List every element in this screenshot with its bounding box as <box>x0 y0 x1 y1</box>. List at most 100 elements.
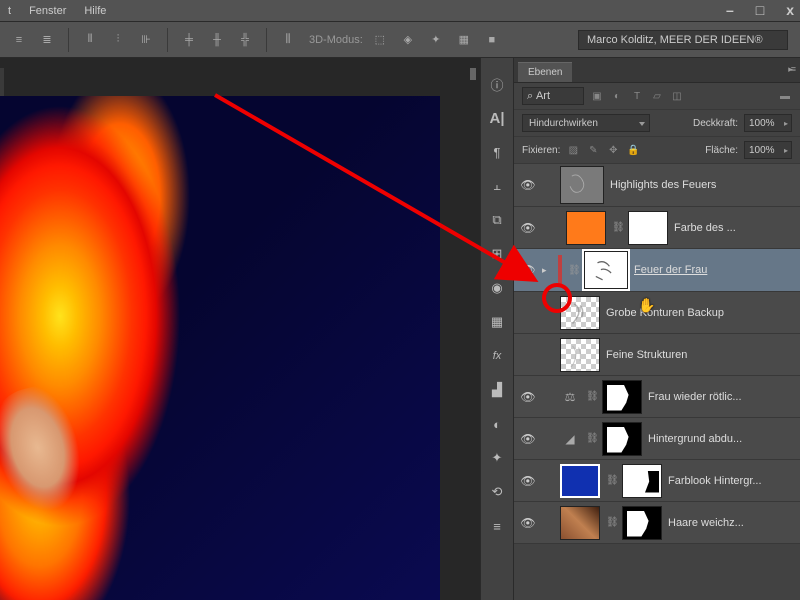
layer-thumbnail[interactable] <box>560 296 600 330</box>
minimize-button[interactable]: – <box>726 2 734 18</box>
mask-link-icon[interactable]: ⛓ <box>606 475 616 486</box>
expand-icon[interactable]: ▸ <box>542 265 552 276</box>
user-dropdown[interactable]: Marco Kolditz, MEER DER IDEEN® <box>578 30 788 50</box>
visibility-icon[interactable]: 👁 <box>520 263 536 277</box>
align-icon[interactable]: ≡ <box>8 29 30 51</box>
3d-icon[interactable]: ✦ <box>425 29 447 51</box>
align-icon[interactable]: ≣ <box>36 29 58 51</box>
layer-thumbnail[interactable] <box>560 506 600 540</box>
mask-link-icon[interactable]: ⛓ <box>568 265 578 276</box>
layer-name[interactable]: Farbe des ... <box>674 222 794 234</box>
3d-icon[interactable]: ▦ <box>453 29 475 51</box>
brush-icon[interactable]: ⫠ <box>487 176 507 196</box>
visibility-icon[interactable]: 👁 <box>520 474 536 488</box>
layer-search[interactable]: ⌕ Art <box>522 87 584 105</box>
distribute-icon[interactable]: ╬ <box>234 29 256 51</box>
layer-thumbnail[interactable] <box>560 338 600 372</box>
document-canvas[interactable] <box>0 96 440 600</box>
styles-icon[interactable]: ▦ <box>487 312 507 332</box>
layer-row[interactable]: 👁 ⛓ Haare weichz... <box>514 502 800 544</box>
layer-row[interactable]: 👁 ⛓ Farblook Hintergr... <box>514 460 800 502</box>
layer-name[interactable]: Hintergrund abdu... <box>648 433 794 445</box>
filter-type-icon[interactable]: T <box>630 89 644 103</box>
mask-thumbnail[interactable] <box>622 464 662 498</box>
filter-smart-icon[interactable]: ◫ <box>670 89 684 103</box>
layer-row[interactable]: 👁 ◢ ⛓ Hintergrund abdu... <box>514 418 800 460</box>
maximize-button[interactable]: □ <box>756 2 764 18</box>
layer-row[interactable]: 👁 Feine Strukturen <box>514 334 800 376</box>
layer-name[interactable]: Feuer der Frau <box>634 264 794 276</box>
layer-name[interactable]: Grobe Konturen Backup <box>606 307 794 319</box>
clone-icon[interactable]: ⧉ <box>487 210 507 230</box>
visibility-icon[interactable]: 👁 <box>520 432 536 446</box>
mask-link-icon[interactable]: ⛓ <box>586 433 596 444</box>
blend-mode-dropdown[interactable]: Hindurchwirken <box>522 114 650 132</box>
close-button[interactable]: x <box>786 2 794 18</box>
mask-link-icon[interactable]: ⛓ <box>606 517 616 528</box>
menu-item-hilfe[interactable]: Hilfe <box>84 5 106 17</box>
layer-name[interactable]: Farblook Hintergr... <box>668 475 794 487</box>
tab-ebenen[interactable]: Ebenen <box>518 62 572 82</box>
filter-adjust-icon[interactable]: ◐ <box>610 89 624 103</box>
fx-icon[interactable]: fx <box>487 346 507 366</box>
distribute-icon[interactable]: ⫶ <box>107 29 129 51</box>
distribute-icon[interactable]: ⊪ <box>135 29 157 51</box>
distribute-icon[interactable]: ⫴ <box>79 29 101 51</box>
menu-item[interactable]: t <box>8 5 11 17</box>
visibility-icon[interactable]: 👁 <box>520 306 536 320</box>
history-icon[interactable]: ⟲ <box>487 482 507 502</box>
swatches-icon[interactable]: ⊞ <box>487 244 507 264</box>
vertical-dock: ⓘ A| ¶ ⫠ ⧉ ⊞ ◉ ▦ fx ▟ ◐ ✦ ⟲ ≡ <box>480 58 514 600</box>
layers-icon[interactable]: ≡ <box>487 516 507 536</box>
3d-icon[interactable]: ⬚ <box>369 29 391 51</box>
visibility-icon[interactable]: 👁 <box>520 516 536 530</box>
layer-name[interactable]: Haare weichz... <box>668 517 794 529</box>
layer-row[interactable]: 👁 ⚖ ⛓ Frau wieder rötlic... <box>514 376 800 418</box>
layer-row[interactable]: 👁 Grobe Konturen Backup <box>514 292 800 334</box>
visibility-icon[interactable]: 👁 <box>520 390 536 404</box>
mask-thumbnail[interactable] <box>628 211 668 245</box>
layers-list: 👁 Highlights des Feuers 👁 ⛓ Farbe des ..… <box>514 164 800 600</box>
mask-thumbnail[interactable] <box>602 422 642 456</box>
lock-transparent-icon[interactable]: ▨ <box>566 143 580 157</box>
navigator-icon[interactable]: ✦ <box>487 448 507 468</box>
histogram-icon[interactable]: ▟ <box>487 380 507 400</box>
lock-paint-icon[interactable]: ✎ <box>586 143 600 157</box>
filter-shape-icon[interactable]: ▱ <box>650 89 664 103</box>
layer-row[interactable]: 👁 Highlights des Feuers <box>514 164 800 207</box>
layer-name[interactable]: Frau wieder rötlic... <box>648 391 794 403</box>
visibility-icon[interactable]: 👁 <box>520 348 536 362</box>
layer-row-selected[interactable]: 👁 ▸ ⛓ Feuer der Frau <box>514 249 800 292</box>
menu-item-fenster[interactable]: Fenster <box>29 5 66 17</box>
mask-thumbnail[interactable] <box>584 251 628 289</box>
distribute-icon[interactable]: ╪ <box>178 29 200 51</box>
lock-all-icon[interactable]: 🔒 <box>626 143 640 157</box>
menubar: t Fenster Hilfe – □ x <box>0 0 800 22</box>
paragraph-icon[interactable]: ¶ <box>487 142 507 162</box>
mask-link-icon[interactable]: ⛓ <box>586 391 596 402</box>
lock-position-icon[interactable]: ✥ <box>606 143 620 157</box>
layer-thumbnail[interactable] <box>566 211 606 245</box>
filter-pixel-icon[interactable]: ▣ <box>590 89 604 103</box>
mask-thumbnail[interactable] <box>602 380 642 414</box>
visibility-icon[interactable]: 👁 <box>520 221 536 235</box>
3d-icon[interactable]: ◈ <box>397 29 419 51</box>
fill-input[interactable]: 100% <box>744 141 792 159</box>
filter-toggle[interactable]: ▬ <box>778 89 792 103</box>
layer-name[interactable]: Highlights des Feuers <box>610 179 794 191</box>
info-icon[interactable]: ⓘ <box>487 74 507 94</box>
adjustments-icon[interactable]: ◐ <box>487 414 507 434</box>
distribute-icon[interactable]: ╫ <box>206 29 228 51</box>
3d-icon[interactable]: ■ <box>481 29 503 51</box>
mask-link-icon[interactable]: ⛓ <box>612 222 622 233</box>
layer-row[interactable]: 👁 ⛓ Farbe des ... <box>514 207 800 249</box>
character-icon[interactable]: A| <box>487 108 507 128</box>
opacity-input[interactable]: 100% <box>744 114 792 132</box>
color-icon[interactable]: ◉ <box>487 278 507 298</box>
layer-name[interactable]: Feine Strukturen <box>606 349 794 361</box>
layer-thumbnail[interactable] <box>560 166 604 204</box>
visibility-icon[interactable]: 👁 <box>520 178 536 192</box>
distribute-icon[interactable]: ⫼ <box>277 29 299 51</box>
mask-thumbnail[interactable] <box>622 506 662 540</box>
layer-thumbnail[interactable] <box>560 464 600 498</box>
